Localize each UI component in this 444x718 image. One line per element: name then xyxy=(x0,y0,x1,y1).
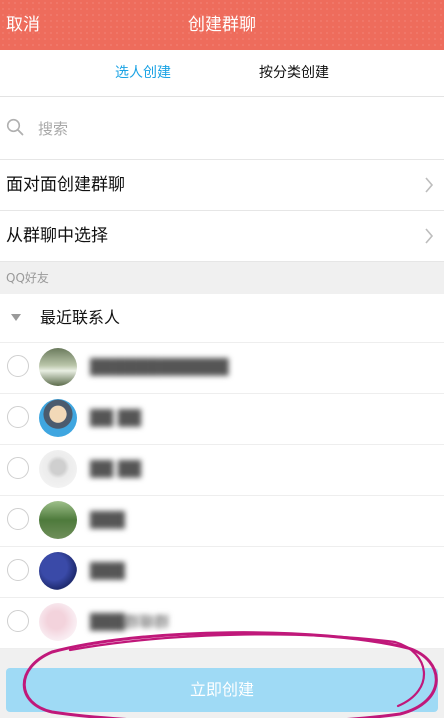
select-from-group-row[interactable]: 从群聊中选择 xyxy=(0,211,444,262)
select-radio[interactable] xyxy=(7,559,29,581)
recent-contacts-group[interactable]: 最近联系人 xyxy=(0,294,444,343)
contact-name: ███ xyxy=(90,562,125,580)
caret-down-icon xyxy=(11,314,21,321)
chevron-right-icon xyxy=(425,228,434,244)
sketch-avatar xyxy=(39,450,77,488)
select-radio[interactable] xyxy=(7,508,29,530)
contact-row[interactable]: ██ ██ xyxy=(0,394,444,445)
search-input[interactable] xyxy=(36,113,420,145)
dark-avatar xyxy=(39,552,77,590)
contact-row[interactable]: ██ ██ xyxy=(0,445,444,496)
contact-name: ██ ██ xyxy=(90,409,141,427)
select-radio[interactable] xyxy=(7,457,29,479)
search-bar xyxy=(0,97,444,160)
contact-list: ████████████ ██ ██ ██ ██ ███ ███ ███群聊群 xyxy=(0,343,444,649)
landscape-avatar xyxy=(39,348,77,386)
contact-name: ████████████ xyxy=(90,358,229,376)
contact-name: ███ xyxy=(90,511,125,529)
page-title: 创建群聊 xyxy=(188,15,256,35)
contact-row[interactable]: ███ xyxy=(0,496,444,547)
contact-name: ██ ██ xyxy=(90,460,141,478)
cartoon-avatar xyxy=(39,399,77,437)
title-bar: 取消 创建群聊 xyxy=(0,0,444,50)
search-icon xyxy=(6,118,24,136)
group-label: 最近联系人 xyxy=(40,308,121,327)
contact-row[interactable]: ███ xyxy=(0,547,444,598)
menu-item-label: 从群聊中选择 xyxy=(6,226,108,246)
create-now-button[interactable]: 立即创建 xyxy=(6,668,438,712)
tab-select-people[interactable]: 选人创建 xyxy=(106,50,180,96)
tab-by-category[interactable]: 按分类创建 xyxy=(248,50,340,96)
nature-avatar xyxy=(39,501,77,539)
menu-item-label: 面对面创建群聊 xyxy=(6,175,125,195)
pink-avatar xyxy=(39,603,77,641)
tab-bar: 选人创建 按分类创建 xyxy=(0,50,444,145)
select-radio[interactable] xyxy=(7,610,29,632)
face-to-face-create-row[interactable]: 面对面创建群聊 xyxy=(0,160,444,211)
section-header: QQ好友 xyxy=(0,262,444,294)
contact-name: ███群聊群 xyxy=(90,613,170,631)
section-header-label: QQ好友 xyxy=(6,271,49,285)
select-radio[interactable] xyxy=(7,406,29,428)
select-radio[interactable] xyxy=(7,355,29,377)
chevron-right-icon xyxy=(425,177,434,193)
contact-row[interactable]: ███群聊群 xyxy=(0,598,444,649)
contact-row[interactable]: ████████████ xyxy=(0,343,444,394)
